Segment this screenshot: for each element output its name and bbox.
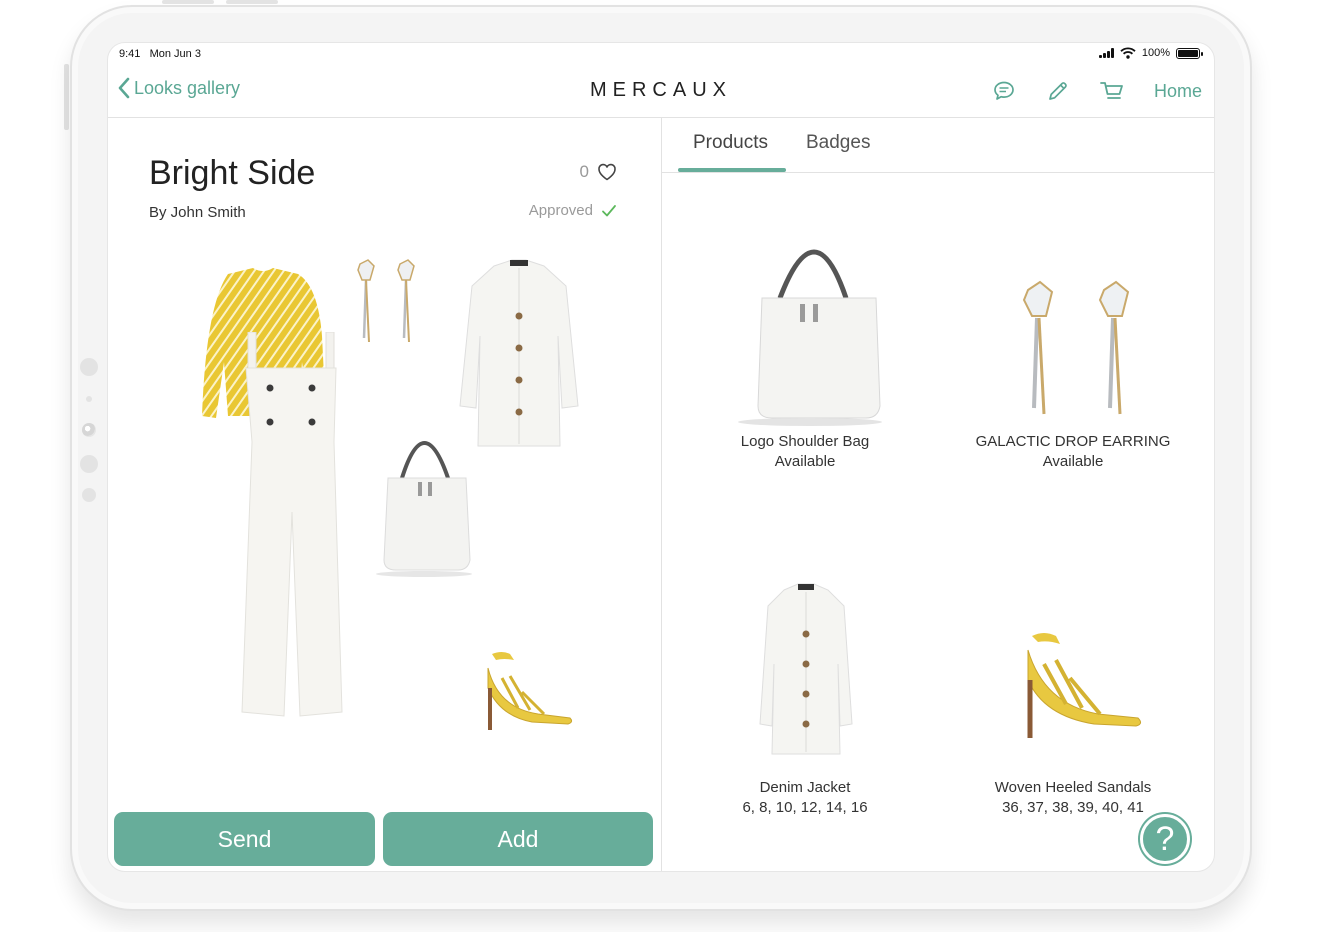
shoulder-bag-image (376, 441, 472, 577)
chat-button[interactable] (990, 77, 1018, 105)
tab-products[interactable]: Products (693, 132, 768, 154)
drop-earrings-image (357, 259, 415, 343)
device-camera-dot (82, 488, 96, 502)
home-link[interactable]: Home (1154, 81, 1202, 102)
status-bar: 9:41 Mon Jun 3 100% (108, 43, 1214, 67)
cart-icon (1100, 82, 1123, 99)
look-detail-pane: Bright Side By John Smith 0 Approved Sen… (108, 118, 662, 871)
active-tab-indicator (678, 168, 786, 172)
drop-earrings-image (1022, 280, 1130, 415)
product-image (680, 208, 930, 428)
product-image (948, 554, 1198, 774)
yellow-sandal-image (1027, 633, 1142, 738)
battery-percent: 100% (1141, 47, 1170, 59)
device-side-button (64, 64, 69, 130)
white-jacket-image (759, 583, 853, 755)
chat-bubble-icon (994, 81, 1014, 100)
checkmark-icon (602, 204, 616, 216)
signal-icon (1098, 48, 1114, 58)
product-image (680, 554, 930, 774)
product-detail: 6, 8, 10, 12, 14, 16 (742, 799, 868, 816)
navigation-bar: Looks gallery MERCAUX Home (108, 67, 1214, 118)
device-camera-dot (86, 396, 92, 402)
cart-button[interactable] (1098, 77, 1126, 105)
product-card[interactable]: Woven Heeled Sandals 36, 37, 38, 39, 40,… (948, 554, 1198, 818)
yellow-sandal-image (487, 652, 573, 730)
send-button[interactable]: Send (114, 812, 375, 866)
look-author: By John Smith (149, 204, 246, 221)
product-name: Woven Heeled Sandals (994, 779, 1152, 796)
add-button[interactable]: Add (383, 812, 653, 866)
device-camera-dot (80, 358, 98, 376)
product-detail: Available (1042, 453, 1104, 470)
shoulder-bag-image (738, 249, 882, 426)
nav-actions: Home (990, 77, 1202, 105)
white-jumpsuit-image (241, 332, 343, 717)
product-image (948, 208, 1198, 428)
wifi-icon (1120, 47, 1136, 59)
product-name: Denim Jacket (759, 779, 851, 796)
help-button[interactable]: ? (1140, 814, 1190, 864)
product-card[interactable]: Denim Jacket 6, 8, 10, 12, 14, 16 (680, 554, 930, 818)
product-card[interactable]: Logo Shoulder Bag Available (680, 208, 930, 472)
pencil-icon (1049, 82, 1067, 100)
likes-counter[interactable]: 0 (580, 162, 617, 182)
tab-bar: Products Badges (662, 118, 1214, 173)
look-collage (188, 258, 608, 738)
approval-label: Approved (528, 202, 593, 219)
device-camera-lens (82, 423, 96, 437)
products-pane: Products Badges Logo Shoulder Bag Availa… (662, 118, 1214, 871)
battery-icon (1176, 47, 1203, 59)
look-title: Bright Side (149, 154, 316, 192)
tab-badges[interactable]: Badges (806, 132, 870, 154)
likes-count: 0 (579, 162, 589, 181)
device-top-button (226, 0, 278, 4)
product-detail: Available (774, 453, 836, 470)
heart-icon (598, 163, 616, 181)
approval-status: Approved (529, 202, 617, 219)
product-card[interactable]: GALACTIC DROP EARRING Available (948, 208, 1198, 472)
app-screen: 9:41 Mon Jun 3 100% Looks gallery MERCAU… (107, 42, 1215, 872)
edit-button[interactable] (1044, 77, 1072, 105)
device-top-button (162, 0, 214, 4)
status-right: 100% (1098, 47, 1203, 59)
product-name: GALACTIC DROP EARRING (975, 433, 1171, 450)
status-time: 9:41 Mon Jun 3 (119, 48, 201, 60)
device-camera-dot (80, 455, 98, 473)
product-name: Logo Shoulder Bag (740, 433, 870, 450)
status-date: Mon Jun 3 (149, 48, 201, 60)
status-time-text: 9:41 (119, 48, 141, 60)
